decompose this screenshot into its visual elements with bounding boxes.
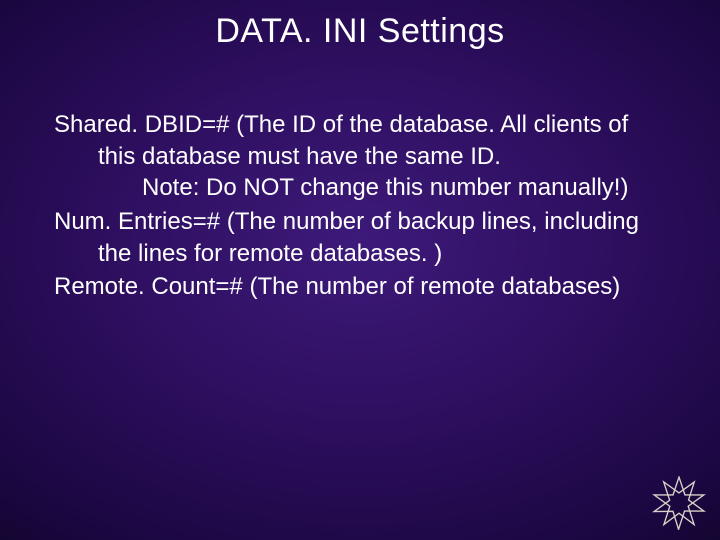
setting-entry-remote-count: Remote. Count=# (The number of remote da…: [54, 271, 660, 303]
setting-entry-shared-dbid: Shared. DBID=# (The ID of the database. …: [54, 109, 660, 204]
setting-entry-num-entries: Num. Entries=# (The number of backup lin…: [54, 206, 660, 269]
star-icon: [652, 476, 706, 530]
slide: DATA. INI Settings Shared. DBID=# (The I…: [0, 0, 720, 540]
entry-text: Shared. DBID=# (The ID of the database. …: [54, 111, 628, 170]
entry-text: Num. Entries=# (The number of backup lin…: [54, 208, 639, 267]
entry-text: Remote. Count=# (The number of remote da…: [54, 273, 620, 300]
entry-note: Note: Do NOT change this number manually…: [98, 172, 660, 204]
slide-title: DATA. INI Settings: [0, 0, 720, 51]
slide-body: Shared. DBID=# (The ID of the database. …: [0, 51, 720, 303]
